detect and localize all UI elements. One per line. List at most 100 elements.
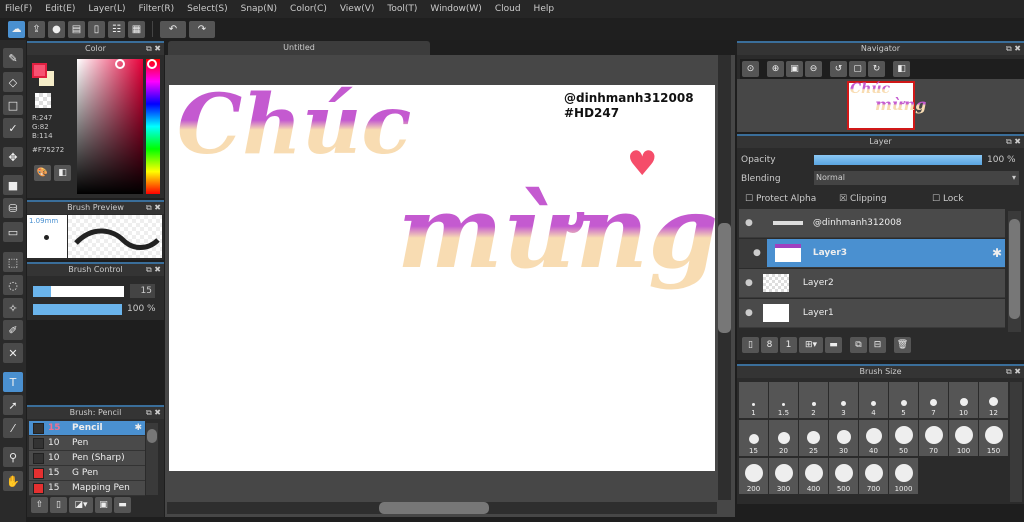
rectangle-tool-icon[interactable]: □ bbox=[3, 95, 23, 115]
saturation-value-picker[interactable] bbox=[77, 59, 143, 194]
visibility-icon[interactable]: ● bbox=[745, 308, 753, 318]
share-icon[interactable]: ⇪ bbox=[28, 20, 45, 38]
zoom-in-icon[interactable]: ⊕ bbox=[767, 61, 784, 77]
add-brush-dropdown-icon[interactable]: ◪▾ bbox=[69, 497, 93, 513]
new-layer-icon[interactable]: ▯ bbox=[742, 337, 759, 353]
navigator-thumbnail[interactable]: Chúc mừng bbox=[847, 81, 926, 130]
brush-item-pen[interactable]: 10 Pen bbox=[29, 436, 145, 451]
blending-select[interactable]: Normal ▾ bbox=[814, 171, 1019, 185]
move-tool-icon[interactable]: ✥ bbox=[3, 147, 23, 167]
visibility-icon[interactable]: ● bbox=[745, 278, 753, 288]
menu-filter[interactable]: Filter(R) bbox=[139, 4, 175, 14]
transparent-swatch[interactable] bbox=[35, 93, 51, 108]
layer-opacity-slider[interactable] bbox=[814, 155, 982, 165]
brush-size-300[interactable]: 300 bbox=[769, 458, 798, 494]
brush-size-scrollbar[interactable] bbox=[1010, 382, 1022, 502]
brush-size-10[interactable]: 10 bbox=[949, 382, 978, 418]
operation-tool-icon[interactable]: ➚ bbox=[3, 395, 23, 415]
magic-wand-tool-icon[interactable]: ✧ bbox=[3, 298, 23, 318]
menu-color[interactable]: Color(C) bbox=[290, 4, 327, 14]
close-icon[interactable]: ⧉ ✖ bbox=[146, 264, 161, 276]
brush-size-20[interactable]: 20 bbox=[769, 420, 798, 456]
menu-help[interactable]: Help bbox=[534, 4, 555, 14]
select-pen-tool-icon[interactable]: ✐ bbox=[3, 320, 23, 340]
bucket-tool-icon[interactable]: ⛁ bbox=[3, 198, 23, 218]
brush-size-3[interactable]: 3 bbox=[829, 382, 858, 418]
merge-layer-icon[interactable]: ⊟ bbox=[869, 337, 886, 353]
brush-size-40[interactable]: 40 bbox=[859, 420, 888, 456]
zoom-actual-icon[interactable]: ⊙ bbox=[742, 61, 759, 77]
hand-tool-icon[interactable]: ✋ bbox=[3, 471, 23, 491]
brush-size-slider[interactable] bbox=[33, 286, 124, 297]
close-icon[interactable]: ⧉ ✖ bbox=[1006, 43, 1021, 55]
divide-tool-icon[interactable]: ⁄ bbox=[3, 418, 23, 438]
brush-size-30[interactable]: 30 bbox=[829, 420, 858, 456]
tab-untitled[interactable]: Untitled bbox=[168, 41, 430, 55]
brush-size-1[interactable]: 1 bbox=[739, 382, 768, 418]
curve-tool-icon[interactable]: ✓ bbox=[3, 118, 23, 138]
brush-opacity-slider[interactable] bbox=[33, 304, 122, 315]
brush-size-50[interactable]: 50 bbox=[889, 420, 918, 456]
gear-icon[interactable]: ✱ bbox=[992, 246, 1002, 260]
comment-list-icon[interactable]: ▤ bbox=[68, 20, 85, 38]
brush-size-700[interactable]: 700 bbox=[859, 458, 888, 494]
rotate-right-icon[interactable]: ↻ bbox=[868, 61, 885, 77]
brush-size-100[interactable]: 100 bbox=[949, 420, 978, 456]
foreground-color-swatch[interactable] bbox=[32, 63, 47, 78]
layer-list-scrollbar[interactable] bbox=[1008, 211, 1021, 332]
close-icon[interactable]: ⧉ ✖ bbox=[146, 407, 161, 419]
new-8bit-layer-icon[interactable]: 8 bbox=[761, 337, 778, 353]
rotate-reset-icon[interactable]: ▢ bbox=[849, 61, 866, 77]
brush-item-pen-sharp[interactable]: 10 Pen (Sharp) bbox=[29, 451, 145, 466]
menu-edit[interactable]: Edit(E) bbox=[45, 4, 75, 14]
redo-button[interactable]: ↷ bbox=[189, 20, 215, 38]
brush-size-7[interactable]: 7 bbox=[919, 382, 948, 418]
page-manage-icon[interactable]: ☷ bbox=[108, 20, 125, 38]
layer-row[interactable]: ● Layer1 bbox=[739, 299, 1005, 328]
protect-alpha-checkbox[interactable]: ☐ Protect Alpha bbox=[745, 194, 816, 204]
new-brush-icon[interactable]: ▯ bbox=[50, 497, 67, 513]
menu-view[interactable]: View(V) bbox=[340, 4, 375, 14]
hue-slider[interactable] bbox=[146, 59, 160, 194]
palette-icon[interactable]: 🎨 bbox=[34, 165, 51, 181]
text-tool-icon[interactable]: T bbox=[3, 372, 23, 392]
fill-rect-tool-icon[interactable]: ■ bbox=[3, 175, 23, 195]
close-icon[interactable]: ⧉ ✖ bbox=[1006, 366, 1021, 378]
rotate-left-icon[interactable]: ↺ bbox=[830, 61, 847, 77]
close-icon[interactable]: ⧉ ✖ bbox=[146, 43, 161, 55]
layer-row[interactable]: ● Layer2 bbox=[739, 269, 1005, 298]
drawing-canvas[interactable]: Chúc mừng @dinhmanh312008 #HD247 ♥ bbox=[169, 85, 715, 471]
vertical-scrollbar[interactable] bbox=[718, 55, 731, 500]
duplicate-layer-icon[interactable]: ⧉ bbox=[850, 337, 867, 353]
comment-icon[interactable]: ● bbox=[48, 20, 65, 38]
brush-tool-icon[interactable]: ✎ bbox=[3, 48, 23, 68]
brush-size-1000[interactable]: 1000 bbox=[889, 458, 918, 494]
brush-item-pencil[interactable]: 15 Pencil ✱ bbox=[29, 421, 145, 436]
flip-icon[interactable]: ◧ bbox=[893, 61, 910, 77]
gear-icon[interactable]: ✱ bbox=[134, 421, 142, 435]
undo-button[interactable]: ↶ bbox=[160, 20, 186, 38]
layer-row-selected[interactable]: ● Layer3 ✱ bbox=[739, 239, 1005, 268]
visibility-icon[interactable]: ● bbox=[753, 248, 761, 258]
menu-cloud[interactable]: Cloud bbox=[495, 4, 521, 14]
menu-tool[interactable]: Tool(T) bbox=[387, 4, 417, 14]
fit-icon[interactable]: ▣ bbox=[786, 61, 803, 77]
close-icon[interactable]: ⧉ ✖ bbox=[1006, 136, 1021, 148]
add-layer-dropdown-icon[interactable]: ⊞▾ bbox=[799, 337, 823, 353]
folder-icon[interactable]: ▬ bbox=[114, 497, 131, 513]
brush-size-5[interactable]: 5 bbox=[889, 382, 918, 418]
brush-size-70[interactable]: 70 bbox=[919, 420, 948, 456]
brush-item-mapping-pen[interactable]: 15 Mapping Pen bbox=[29, 481, 145, 496]
eraser-tool-icon[interactable]: ◇ bbox=[3, 72, 23, 92]
visibility-icon[interactable]: ● bbox=[745, 218, 753, 228]
gradient-tool-icon[interactable]: ▭ bbox=[3, 222, 23, 242]
brush-size-12[interactable]: 12 bbox=[979, 382, 1008, 418]
layer-row[interactable]: ● @dinhmanh312008 bbox=[739, 209, 1005, 238]
brush-size-4[interactable]: 4 bbox=[859, 382, 888, 418]
brush-size-400[interactable]: 400 bbox=[799, 458, 828, 494]
menu-file[interactable]: File(F) bbox=[5, 4, 32, 14]
menu-snap[interactable]: Snap(N) bbox=[241, 4, 277, 14]
brush-size-1.5[interactable]: 1.5 bbox=[769, 382, 798, 418]
brush-size-500[interactable]: 500 bbox=[829, 458, 858, 494]
brush-list-scrollbar[interactable] bbox=[146, 423, 158, 495]
